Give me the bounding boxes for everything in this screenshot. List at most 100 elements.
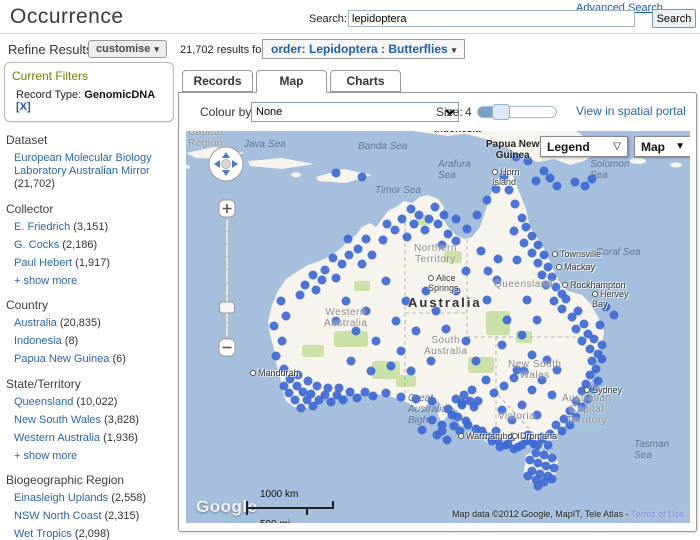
occurrence-dot[interactable]	[477, 247, 486, 256]
occurrence-dot[interactable]	[534, 459, 543, 468]
occurrence-dot[interactable]	[454, 413, 463, 422]
occurrence-dot[interactable]	[520, 239, 529, 248]
occurrence-dot[interactable]	[550, 297, 559, 306]
occurrence-dot[interactable]	[518, 401, 527, 410]
occurrence-dot[interactable]	[428, 416, 437, 425]
occurrence-dot[interactable]	[304, 377, 313, 386]
occurrence-dot[interactable]	[483, 196, 492, 205]
occurrence-dot[interactable]	[280, 365, 289, 374]
occurrence-dot[interactable]	[518, 214, 527, 223]
occurrence-dot[interactable]	[329, 254, 338, 263]
facet-value-link[interactable]: Papua New Guinea	[14, 353, 109, 365]
occurrence-dot[interactable]	[352, 327, 361, 336]
occurrence-dot[interactable]	[412, 395, 421, 404]
occurrence-dot[interactable]	[596, 321, 605, 330]
occurrence-dot[interactable]	[550, 464, 559, 473]
occurrence-dot[interactable]	[431, 203, 440, 212]
occurrence-dot[interactable]	[410, 220, 419, 229]
occurrence-dot[interactable]	[510, 445, 519, 454]
occurrence-dot[interactable]	[572, 413, 581, 422]
occurrence-dot[interactable]	[588, 175, 597, 184]
occurrence-dot[interactable]	[602, 303, 611, 312]
occurrence-dot[interactable]	[546, 430, 555, 439]
colour-by-select[interactable]: None	[251, 102, 459, 122]
zoom-slider-handle[interactable]	[220, 302, 235, 313]
occurrence-dot[interactable]	[524, 157, 533, 166]
occurrence-dot[interactable]	[452, 287, 461, 296]
occurrence-dot[interactable]	[572, 325, 581, 334]
occurrence-dot[interactable]	[412, 327, 421, 336]
occurrence-dot[interactable]	[590, 385, 599, 394]
occurrence-dot[interactable]	[483, 296, 492, 305]
occurrence-dot[interactable]	[552, 283, 561, 292]
occurrence-dot[interactable]	[347, 357, 356, 366]
occurrence-dot[interactable]	[342, 297, 351, 306]
occurrence-dot[interactable]	[528, 351, 537, 360]
facet-value-link[interactable]: European Molecular Biology Laboratory Au…	[14, 152, 152, 177]
occurrence-dot[interactable]	[510, 374, 519, 383]
occurrence-dot[interactable]	[548, 273, 557, 282]
occurrence-dot[interactable]	[546, 174, 555, 183]
occurrence-dot[interactable]	[538, 271, 547, 280]
tab-records[interactable]: Records	[182, 70, 253, 92]
occurrence-dot[interactable]	[379, 236, 388, 245]
occurrence-dot[interactable]	[407, 367, 416, 376]
occurrence-dot[interactable]	[533, 411, 542, 420]
occurrence-dot[interactable]	[438, 241, 447, 250]
occurrence-dot[interactable]	[505, 186, 514, 195]
legend-button[interactable]: Legend ▽	[540, 136, 628, 157]
facet-value-link[interactable]: NSW North Coast	[14, 510, 101, 522]
occurrence-dot[interactable]	[490, 389, 499, 398]
occurrence-dot[interactable]	[566, 421, 575, 430]
occurrence-dot[interactable]	[478, 427, 487, 436]
occurrence-dot[interactable]	[494, 255, 503, 264]
occurrence-dot[interactable]	[548, 391, 557, 400]
occurrence-dot[interactable]	[542, 281, 551, 290]
occurrence-dot[interactable]	[427, 357, 436, 366]
occurrence-dot[interactable]	[470, 403, 479, 412]
occurrence-dot[interactable]	[534, 259, 543, 268]
occurrence-dot[interactable]	[520, 367, 529, 376]
occurrence-dot[interactable]	[270, 322, 279, 331]
occurrence-dot[interactable]	[586, 371, 595, 380]
occurrence-dot[interactable]	[397, 393, 406, 402]
occurrence-dot[interactable]	[444, 405, 453, 414]
occurrence-dot[interactable]	[282, 312, 291, 321]
occurrence-dot[interactable]	[402, 297, 411, 306]
occurrence-dot[interactable]	[307, 390, 316, 399]
query-filter-button[interactable]: order: Lepidoptera : Butterflies▾	[262, 39, 465, 59]
occurrence-dot[interactable]	[387, 362, 396, 371]
occurrence-dot[interactable]	[588, 357, 597, 366]
occurrence-dot[interactable]	[369, 392, 378, 401]
occurrence-dot[interactable]	[542, 462, 551, 471]
occurrence-dot[interactable]	[502, 441, 511, 450]
occurrence-dot[interactable]	[301, 281, 310, 290]
occurrence-dot[interactable]	[538, 433, 547, 442]
occurrence-dot[interactable]	[324, 384, 333, 393]
occurrence-dot[interactable]	[358, 260, 367, 269]
occurrence-dot[interactable]	[309, 271, 318, 280]
occurrence-dot[interactable]	[332, 317, 341, 326]
occurrence-dot[interactable]	[327, 398, 336, 407]
occurrence-dot[interactable]	[358, 173, 367, 182]
occurrence-dot[interactable]	[403, 233, 412, 242]
occurrence-dot[interactable]	[524, 472, 533, 481]
occurrence-dot[interactable]	[540, 451, 549, 460]
occurrence-dot[interactable]	[472, 357, 481, 366]
occurrence-dot[interactable]	[313, 382, 322, 391]
occurrence-dot[interactable]	[462, 337, 471, 346]
occurrence-dot[interactable]	[463, 225, 472, 234]
occurrence-dot[interactable]	[398, 215, 407, 224]
occurrence-dot[interactable]	[362, 307, 371, 316]
occurrence-dot[interactable]	[511, 200, 520, 209]
occurrence-dot[interactable]	[498, 406, 507, 415]
occurrence-dot[interactable]	[353, 394, 362, 403]
occurrence-dot[interactable]	[578, 387, 587, 396]
occurrence-dot[interactable]	[367, 367, 376, 376]
tab-charts[interactable]: Charts	[330, 70, 401, 92]
occurrence-dot[interactable]	[543, 356, 552, 365]
customise-button[interactable]: customise▾	[88, 40, 167, 58]
occurrence-dot[interactable]	[291, 396, 300, 405]
occurrence-dot[interactable]	[610, 311, 619, 320]
occurrence-dot[interactable]	[528, 249, 537, 258]
